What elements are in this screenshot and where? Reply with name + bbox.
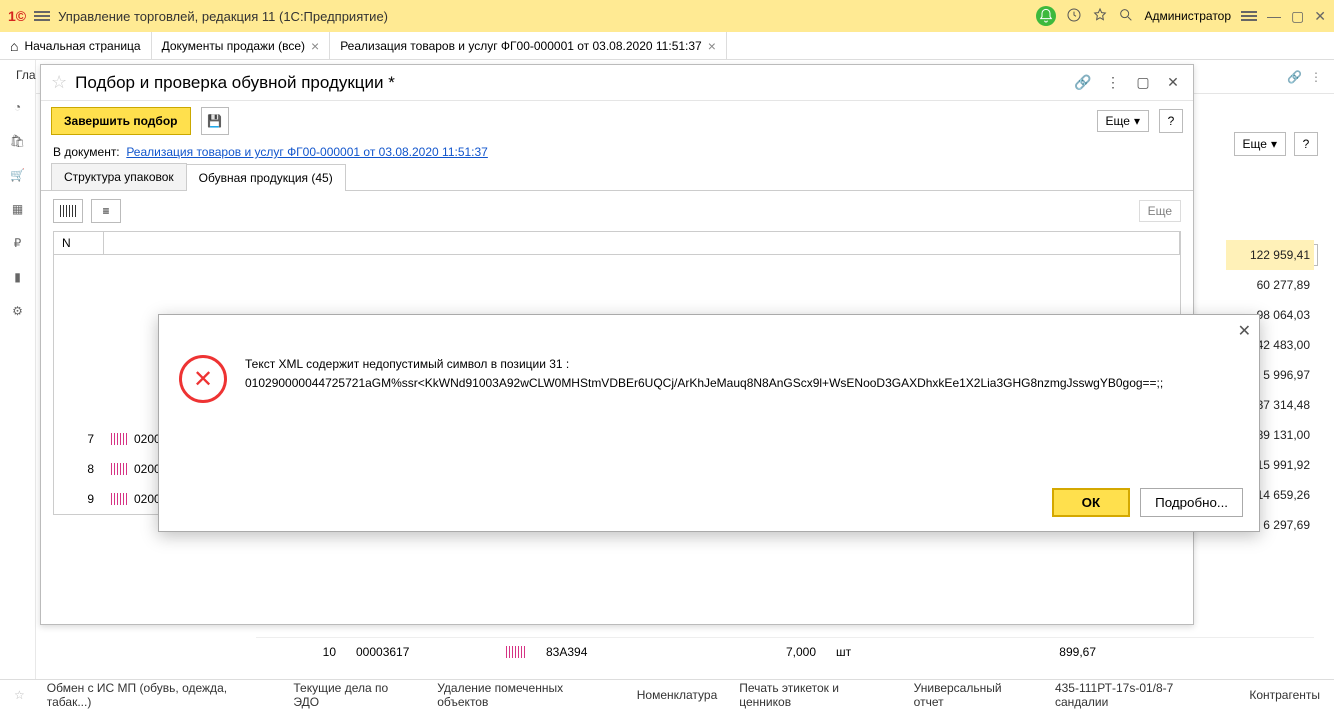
details-button[interactable]: Подробно... — [1140, 488, 1243, 517]
more-icon[interactable]: ⋮ — [1103, 73, 1123, 93]
barcode-icon — [104, 493, 134, 505]
barcode-icon — [104, 463, 134, 475]
bag-icon[interactable]: 🛍 — [9, 132, 27, 150]
more-button[interactable]: Еще ▾ — [1234, 132, 1286, 156]
gear-icon[interactable]: ⚙ — [9, 302, 27, 320]
star-icon[interactable]: ☆ — [14, 688, 25, 702]
footer-link[interactable]: 435-111РТ-17s-01/8-7 сандалии — [1055, 681, 1227, 709]
error-icon: ✕ — [179, 355, 227, 403]
app-title: Управление торговлей, редакция 11 (1С:Пр… — [58, 9, 1028, 24]
amount-cell: 122 959,41 — [1226, 240, 1314, 270]
bars-icon[interactable]: ▮ — [9, 268, 27, 286]
cell-price: 899,67 — [886, 645, 1106, 659]
error-text: Текст XML содержит недопустимый символ в… — [245, 355, 1163, 403]
tab-label: Документы продажи (все) — [162, 39, 305, 53]
sidebar-item-main[interactable]: Главное — [0, 68, 35, 82]
list-button[interactable]: ≡ — [91, 199, 121, 223]
close-icon[interactable]: ✕ — [1163, 73, 1183, 93]
footer-link[interactable]: Печать этикеток и ценников — [739, 681, 891, 709]
subtab-packing[interactable]: Структура упаковок — [51, 163, 187, 190]
footer-link[interactable]: Обмен с ИС МП (обувь, одежда, табак...) — [47, 681, 272, 709]
grid-header: N — [53, 231, 1181, 255]
home-icon: ⌂ — [10, 38, 18, 54]
star-icon[interactable] — [1092, 7, 1108, 26]
close-icon[interactable]: × — [311, 38, 319, 54]
tab-realization[interactable]: Реализация товаров и услуг ФГ00-000001 о… — [330, 32, 727, 59]
help-button-inner[interactable]: ? — [1159, 109, 1183, 133]
error-line1: Текст XML содержит недопустимый символ в… — [245, 355, 1163, 374]
footer-link[interactable]: Удаление помеченных объектов — [437, 681, 615, 709]
bell-icon[interactable] — [1036, 6, 1056, 26]
doc-link[interactable]: Реализация товаров и услуг ФГ00-000001 о… — [126, 145, 488, 159]
chevron-down-icon: ▾ — [1134, 114, 1140, 128]
maximize-icon[interactable]: ▢ — [1291, 8, 1304, 25]
history-icon[interactable] — [1066, 7, 1082, 26]
background-grid-row: 10 00003617 83A394 7,000 шт 899,67 — [256, 637, 1314, 665]
close-icon[interactable]: ✕ — [1238, 321, 1251, 341]
footer-links: ☆ Обмен с ИС МП (обувь, одежда, табак...… — [0, 679, 1334, 709]
help-button[interactable]: ? — [1294, 132, 1318, 156]
footer-link[interactable]: Универсальный отчет — [914, 681, 1033, 709]
sidebar: Главное ◔ 🛍 🛒 ▦ ₽ ▮ ⚙ — [0, 60, 36, 679]
link-icon[interactable]: 🔗 — [1073, 73, 1093, 93]
col-n[interactable]: N — [54, 232, 104, 254]
warehouse-icon[interactable]: ▦ — [9, 200, 27, 218]
search-icon[interactable] — [1118, 7, 1134, 26]
cell-unit: шт — [826, 645, 886, 659]
chart-icon[interactable]: ◔ — [9, 98, 27, 116]
footer-link[interactable]: Контрагенты — [1249, 688, 1320, 702]
window-title: Подбор и проверка обувной продукции * — [75, 73, 1065, 93]
error-dialog: ✕ ✕ Текст XML содержит недопустимый симв… — [158, 314, 1260, 532]
more-button-inner[interactable]: Еще ▾ — [1097, 110, 1149, 132]
more-button-grid[interactable]: Еще — [1139, 200, 1181, 222]
ok-button[interactable]: ОК — [1052, 488, 1131, 517]
save-button[interactable]: 💾 — [201, 107, 229, 135]
cart-icon[interactable]: 🛒 — [9, 166, 27, 184]
close-icon[interactable]: ✕ — [1314, 8, 1326, 25]
chevron-down-icon: ▾ — [1271, 137, 1277, 151]
error-line2: 010290000044725721aGM%ssr<KkWNd91003A92w… — [245, 374, 1163, 393]
footer-link[interactable]: Номенклатура — [637, 688, 718, 702]
cell-qty: 7,000 — [706, 645, 826, 659]
user-label[interactable]: Администратор — [1144, 9, 1231, 23]
tab-row: ⌂ Начальная страница Документы продажи (… — [0, 32, 1334, 60]
cell-n: 9 — [54, 492, 104, 506]
minimize-icon[interactable]: — — [1267, 8, 1281, 24]
barcode-icon — [506, 646, 526, 658]
doc-label: В документ: — [53, 145, 120, 159]
finish-picking-button[interactable]: Завершить подбор — [51, 107, 191, 135]
tab-label: Начальная страница — [24, 39, 140, 53]
settings-icon[interactable] — [1241, 9, 1257, 23]
tab-label: Реализация товаров и услуг ФГ00-000001 о… — [340, 39, 702, 53]
barcode-button[interactable] — [53, 199, 83, 223]
more-icon[interactable]: ⋮ — [1310, 70, 1322, 84]
cell-code: 00003617 — [346, 645, 506, 659]
ruble-icon[interactable]: ₽ — [9, 234, 27, 252]
subtab-shoes[interactable]: Обувная продукция (45) — [186, 164, 346, 191]
tab-sales-docs[interactable]: Документы продажи (все) × — [152, 32, 331, 59]
cell-n: 7 — [54, 432, 104, 446]
close-icon[interactable]: × — [708, 38, 716, 54]
titlebar: 1© Управление торговлей, редакция 11 (1С… — [0, 0, 1334, 32]
favorite-icon[interactable]: ☆ — [51, 72, 67, 93]
tab-home[interactable]: ⌂ Начальная страница — [0, 32, 152, 59]
amount-cell: 60 277,89 — [1226, 270, 1314, 300]
maximize-icon[interactable]: ▢ — [1133, 73, 1153, 93]
cell-art: 83A394 — [526, 645, 706, 659]
col-rest — [104, 232, 1180, 254]
footer-link[interactable]: Текущие дела по ЭДО — [293, 681, 415, 709]
cell-n: 10 — [256, 645, 346, 659]
barcode-icon — [104, 433, 134, 445]
link-icon[interactable]: 🔗 — [1287, 70, 1302, 84]
logo-1c: 1© — [8, 8, 26, 24]
cell-n: 8 — [54, 462, 104, 476]
menu-icon[interactable] — [34, 9, 50, 23]
